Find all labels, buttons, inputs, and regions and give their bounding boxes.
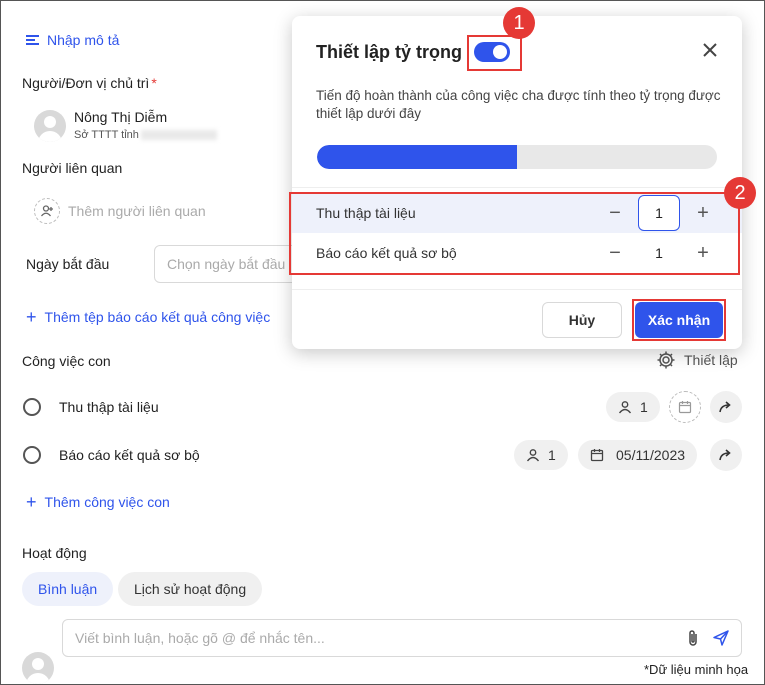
- subtask-checkbox[interactable]: [23, 398, 41, 416]
- subtask-assignee-count[interactable]: 1: [606, 392, 660, 422]
- footnote: *Dữ liệu minh họa: [644, 662, 749, 677]
- activity-label: Hoạt động: [22, 545, 87, 561]
- owner-name: Nông Thị Diễm: [74, 109, 168, 125]
- related-label: Người liên quan: [22, 160, 123, 176]
- owner-label-text: Người/Đơn vị chủ trì: [22, 75, 150, 91]
- user-icon: [618, 400, 632, 414]
- plus-icon: +: [26, 492, 37, 512]
- comment-placeholder: Viết bình luận, hoặc gõ @ để nhắc tên...: [75, 630, 325, 646]
- attachment-icon[interactable]: [687, 629, 699, 647]
- add-related-button[interactable]: Thêm người liên quan: [34, 198, 206, 224]
- divider: [292, 289, 742, 290]
- modal-description: Tiến độ hoàn thành của công việc cha đượ…: [316, 88, 721, 121]
- forward-arrow-icon: [718, 448, 734, 462]
- calendar-icon: [590, 448, 604, 462]
- send-icon[interactable]: [713, 630, 729, 646]
- add-report-link[interactable]: + Thêm tệp báo cáo kết quả công việc: [26, 308, 270, 326]
- calendar-icon: [678, 400, 692, 414]
- add-report-label: Thêm tệp báo cáo kết quả công việc: [44, 309, 271, 325]
- settings-button[interactable]: Thiết lập: [656, 350, 738, 370]
- divider: [292, 187, 742, 188]
- description-icon: [26, 34, 39, 46]
- annotation-box-confirm: [632, 299, 726, 341]
- add-person-icon: [34, 198, 60, 224]
- owner-avatar: [34, 110, 66, 142]
- user-icon: [526, 448, 540, 462]
- progress-bar-fill: [317, 145, 517, 169]
- plus-icon: +: [26, 307, 37, 327]
- progress-bar: [317, 145, 717, 169]
- subtask-assignee-count[interactable]: 1: [514, 440, 568, 470]
- subtask-open-button[interactable]: [710, 391, 742, 423]
- required-mark: *: [151, 75, 157, 91]
- subtask-date-picker[interactable]: [669, 391, 701, 423]
- subtask-title[interactable]: Thu thập tài liệu: [59, 399, 159, 415]
- redacted-text: [140, 130, 217, 141]
- add-related-label: Thêm người liên quan: [68, 203, 206, 219]
- owner-label: Người/Đơn vị chủ trì *: [22, 75, 157, 91]
- comment-input[interactable]: Viết bình luận, hoặc gõ @ để nhắc tên...: [62, 619, 742, 657]
- add-description-label: Nhập mô tả: [47, 32, 120, 48]
- annotation-badge-1: 1: [503, 7, 535, 39]
- subtask-open-button[interactable]: [710, 439, 742, 471]
- owner-org: Sở TTTT tỉnh: [74, 129, 217, 141]
- forward-arrow-icon: [718, 400, 734, 414]
- start-date-input[interactable]: Chọn ngày bắt đầu: [154, 245, 304, 283]
- start-date-label: Ngày bắt đầu: [26, 256, 110, 272]
- subtask-title[interactable]: Báo cáo kết quả sơ bộ: [59, 447, 200, 463]
- add-subtask-link[interactable]: + Thêm công việc con: [26, 493, 170, 511]
- settings-label: Thiết lập: [684, 352, 738, 368]
- assignee-count: 1: [640, 399, 648, 415]
- close-button[interactable]: [700, 40, 720, 60]
- assignee-count: 1: [548, 447, 556, 463]
- add-subtask-label: Thêm công việc con: [44, 494, 170, 510]
- tab-comments[interactable]: Bình luận: [22, 572, 114, 606]
- subtasks-label: Công việc con: [22, 353, 111, 369]
- tab-activity-history[interactable]: Lịch sử hoạt động: [118, 572, 263, 606]
- subtask-checkbox[interactable]: [23, 446, 41, 464]
- modal-title: Thiết lập tỷ trọng: [316, 42, 462, 62]
- close-icon: [700, 40, 720, 60]
- annotation-box-toggle: [467, 35, 522, 71]
- cancel-button[interactable]: Hủy: [542, 302, 622, 338]
- current-user-avatar: [22, 652, 54, 684]
- owner-org-text: Sở TTTT tỉnh: [74, 129, 139, 141]
- subtask-date[interactable]: 05/11/2023: [578, 440, 698, 470]
- add-description-link[interactable]: Nhập mô tả: [26, 32, 119, 48]
- subtask-date-value: 05/11/2023: [616, 447, 686, 463]
- annotation-badge-2: 2: [724, 177, 756, 209]
- gear-icon: [656, 350, 676, 370]
- annotation-box-weights: [289, 192, 740, 275]
- start-date-placeholder: Chọn ngày bắt đầu: [167, 256, 286, 272]
